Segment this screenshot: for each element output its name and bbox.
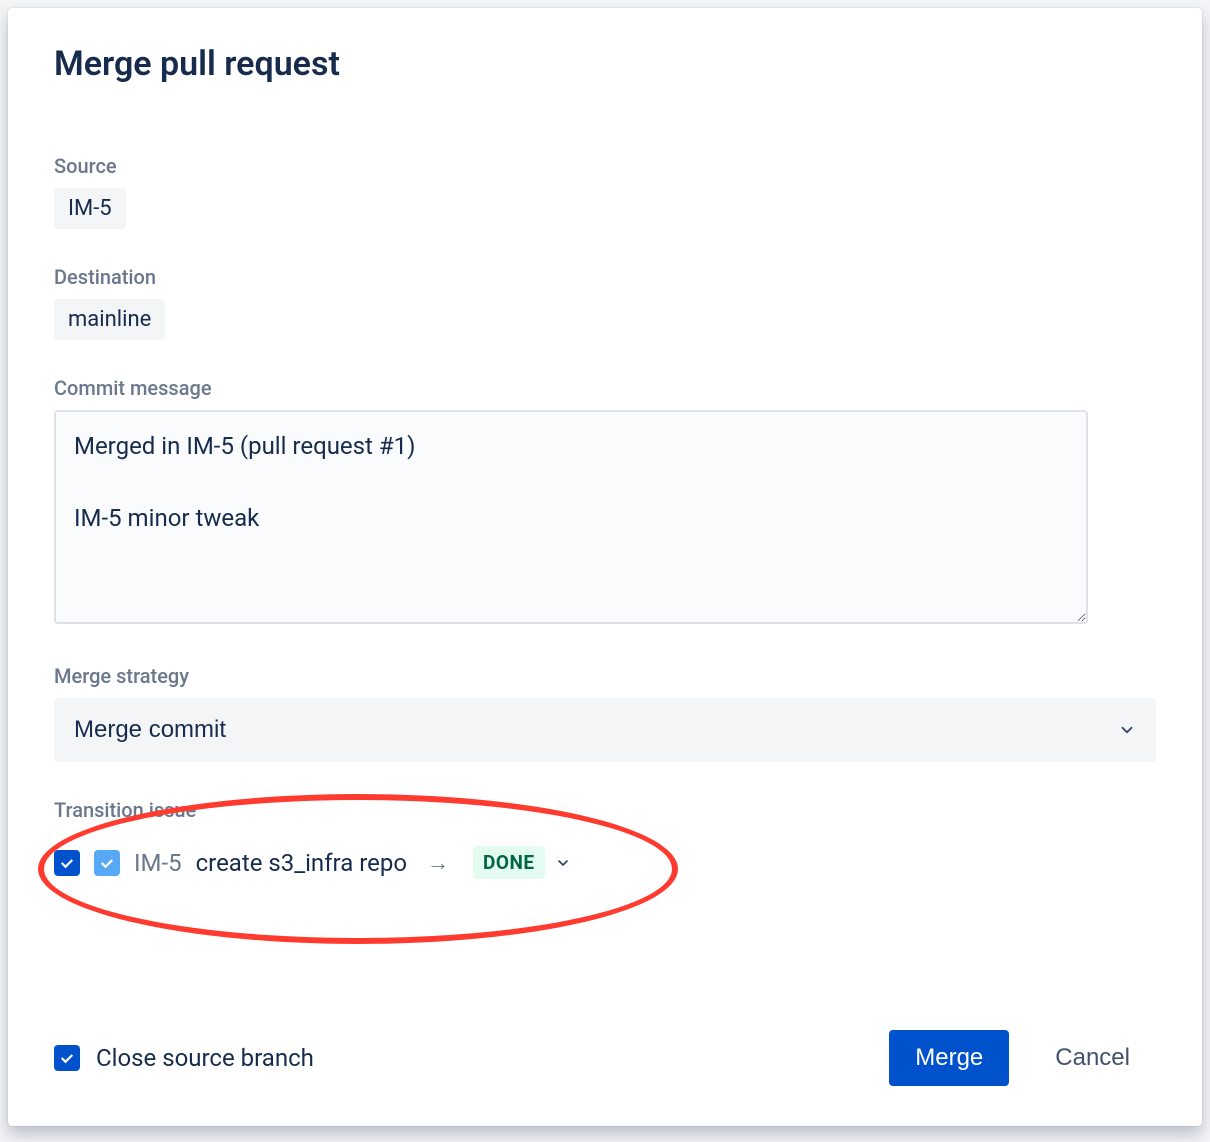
transition-enable-checkbox[interactable] [54,850,80,876]
chevron-down-icon [555,855,571,871]
destination-branch-lozenge: mainline [54,299,165,340]
merge-strategy-select[interactable]: Merge commit [54,698,1156,762]
source-field: Source IM-5 [54,154,1156,229]
transition-issue-label: Transition issue [54,798,1156,822]
source-branch-lozenge: IM-5 [54,188,126,229]
transition-issue-row: IM-5 create s3_infra repo → DONE [54,832,1156,893]
destination-field: Destination mainline [54,265,1156,340]
merge-button[interactable]: Merge [889,1030,1009,1086]
commit-message-label: Commit message [54,376,1156,400]
merge-strategy-value: Merge commit [74,716,226,744]
transition-status-badge: DONE [473,846,545,879]
close-source-branch-label: Close source branch [96,1044,314,1072]
close-source-branch-checkbox[interactable] [54,1045,80,1071]
merge-strategy-field: Merge strategy Merge commit [54,664,1156,762]
commit-message-textarea[interactable] [54,410,1088,624]
merge-strategy-label: Merge strategy [54,664,1156,688]
transition-issue-key: IM-5 [134,849,182,877]
arrow-right-icon: → [427,850,449,876]
cancel-button[interactable]: Cancel [1029,1030,1156,1086]
modal-title: Merge pull request [54,44,1156,84]
destination-label: Destination [54,265,1156,289]
modal-footer: Close source branch Merge Cancel [54,1030,1156,1086]
transition-issue-field: Transition issue IM-5 create s3_infra re… [54,798,1156,893]
footer-actions: Merge Cancel [889,1030,1156,1086]
transition-status-select[interactable]: DONE [469,842,575,883]
chevron-down-icon [1118,721,1136,739]
transition-issue-title: create s3_infra repo [196,849,407,877]
merge-pull-request-modal: Merge pull request Source IM-5 Destinati… [8,8,1202,1126]
close-source-branch-row: Close source branch [54,1044,314,1072]
transition-issue-checkbox[interactable] [94,850,120,876]
source-label: Source [54,154,1156,178]
commit-message-field: Commit message [54,376,1156,628]
